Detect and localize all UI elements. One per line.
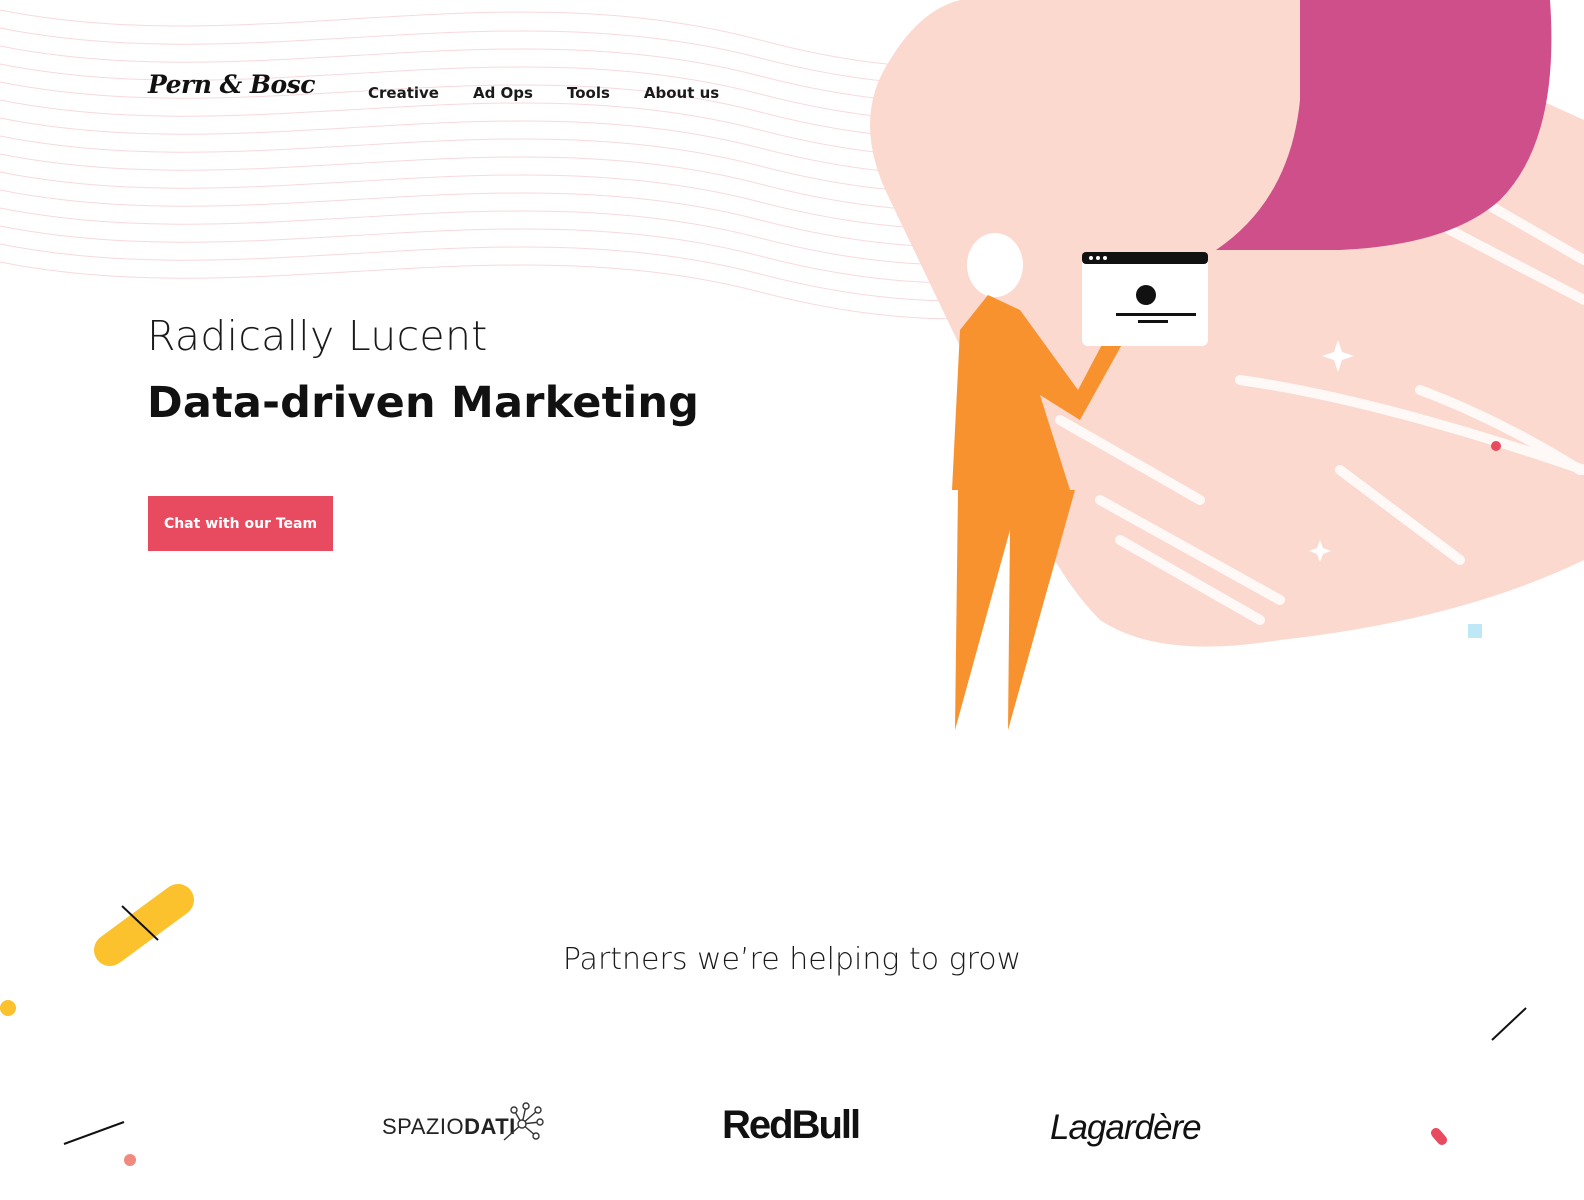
red-dot <box>1491 441 1501 451</box>
main-nav: Creative Ad Ops Tools About us <box>368 84 719 102</box>
blue-square <box>1468 624 1482 638</box>
network-nodes-icon <box>503 1102 544 1141</box>
partner-logo-lagardere: Lagardère <box>1050 1108 1202 1147</box>
partners-heading: Partners we’re helping to grow <box>562 942 1022 977</box>
hero-illustration <box>870 0 1584 730</box>
spaziodati-wordmark: SPAZIODATI <box>382 1114 516 1140</box>
hero-subtitle: Radically Lucent <box>147 312 488 360</box>
nav-item-about-us[interactable]: About us <box>644 84 719 102</box>
partners-decoration <box>0 884 1527 1166</box>
chat-with-team-button[interactable]: Chat with our Team <box>148 496 333 551</box>
nav-item-tools[interactable]: Tools <box>567 84 610 102</box>
spaziodati-light: SPAZIO <box>382 1114 465 1139</box>
brand-logo[interactable]: Pern & Bosc <box>148 70 315 99</box>
partner-logo-spaziodati: SPAZIODATI <box>382 1100 552 1150</box>
nav-item-ad-ops[interactable]: Ad Ops <box>473 84 533 102</box>
nav-item-creative[interactable]: Creative <box>368 84 439 102</box>
landing-page: Pern & Bosc Creative Ad Ops Tools About … <box>0 0 1584 1200</box>
hero-title: Data-driven Marketing <box>147 378 700 428</box>
partner-logo-redbull: RedBull <box>722 1103 861 1147</box>
browser-window-icon <box>1082 252 1208 346</box>
